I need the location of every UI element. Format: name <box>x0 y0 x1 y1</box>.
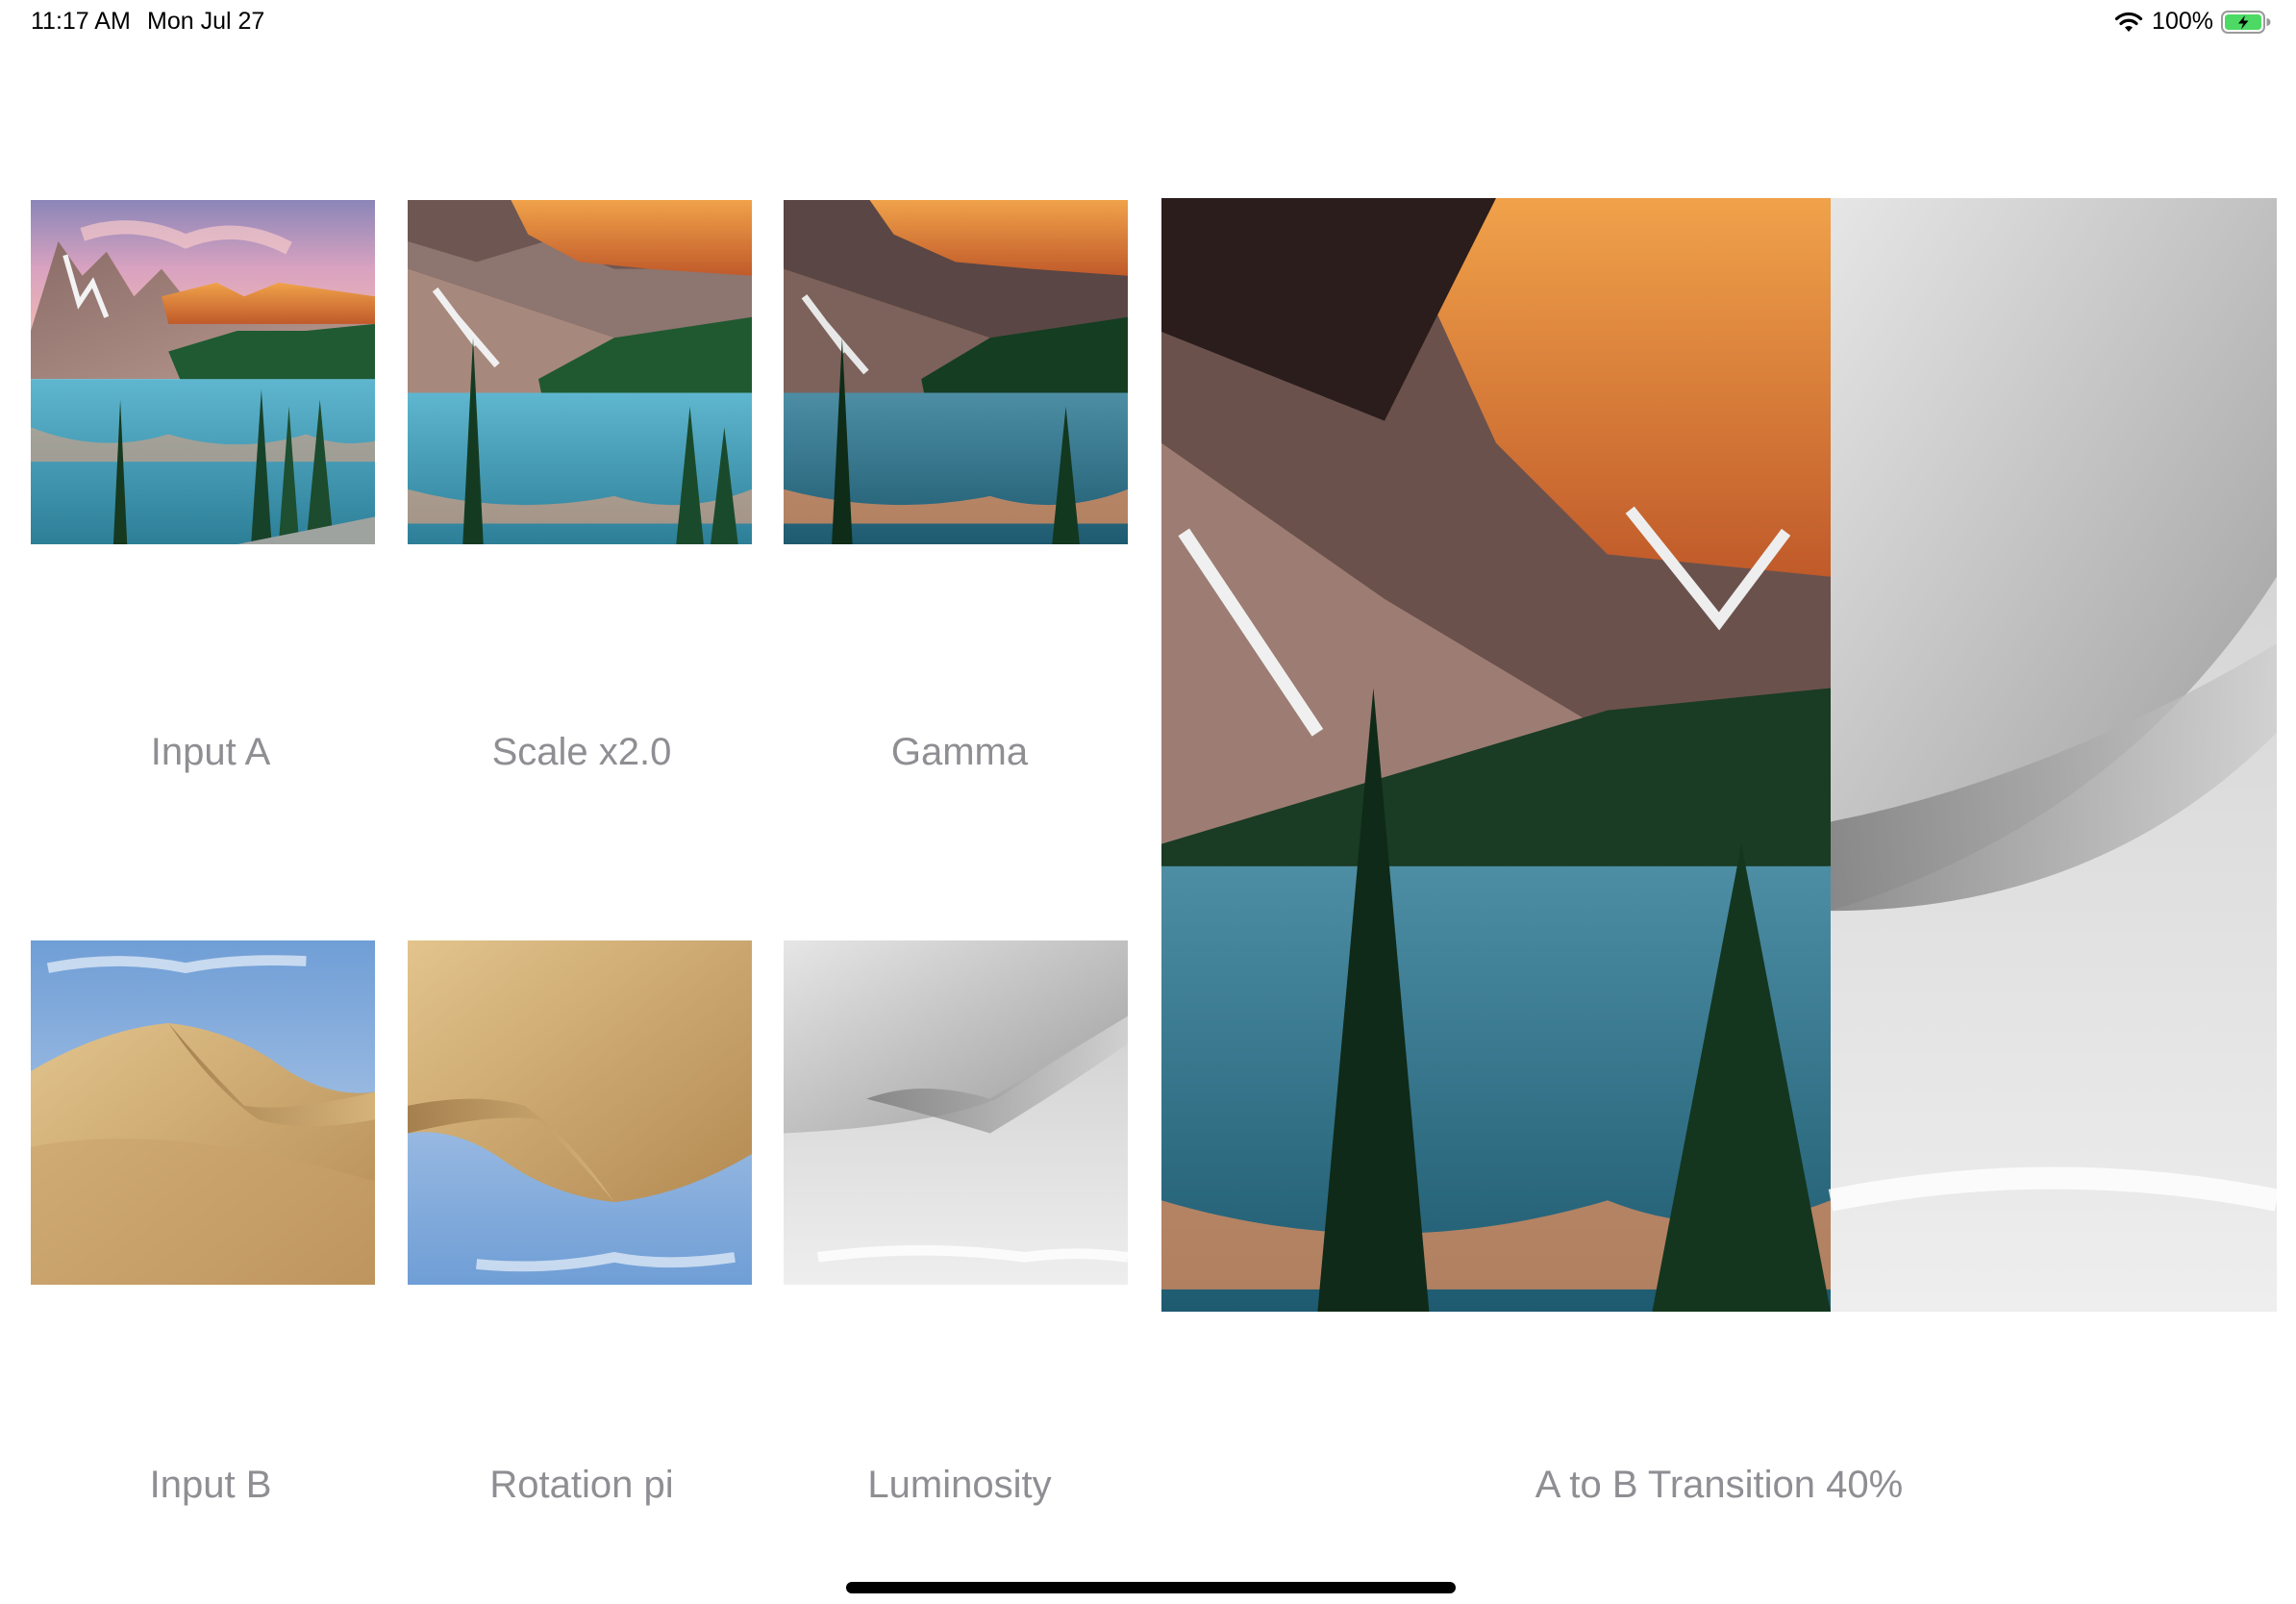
input-b-label: Input B <box>149 1464 272 1506</box>
status-bar: 11:17 AM Mon Jul 27 100% <box>0 0 2296 48</box>
gamma-label: Gamma <box>890 731 1029 773</box>
scale-label: Scale x2.0 <box>491 731 672 773</box>
luminosity-image <box>784 940 1128 1285</box>
home-indicator[interactable] <box>846 1582 1456 1593</box>
rotation-label: Rotation pi <box>489 1464 674 1506</box>
status-time: 11:17 AM <box>31 8 131 35</box>
status-date: Mon Jul 27 <box>147 8 265 35</box>
input-a-image <box>31 200 375 544</box>
rotation-image <box>408 940 752 1285</box>
scale-image <box>408 200 752 544</box>
input-a-label: Input A <box>150 731 271 773</box>
battery-percent: 100% <box>2152 8 2213 35</box>
transition-label: A to B Transition 40% <box>1535 1464 1904 1506</box>
status-right: 100% <box>2113 8 2271 36</box>
wifi-icon <box>2114 12 2143 32</box>
gamma-image <box>784 200 1128 544</box>
battery-charging-icon <box>2221 10 2271 34</box>
transition-image <box>1161 198 2277 1312</box>
luminosity-label: Luminosity <box>867 1464 1052 1506</box>
input-b-image <box>31 940 375 1285</box>
